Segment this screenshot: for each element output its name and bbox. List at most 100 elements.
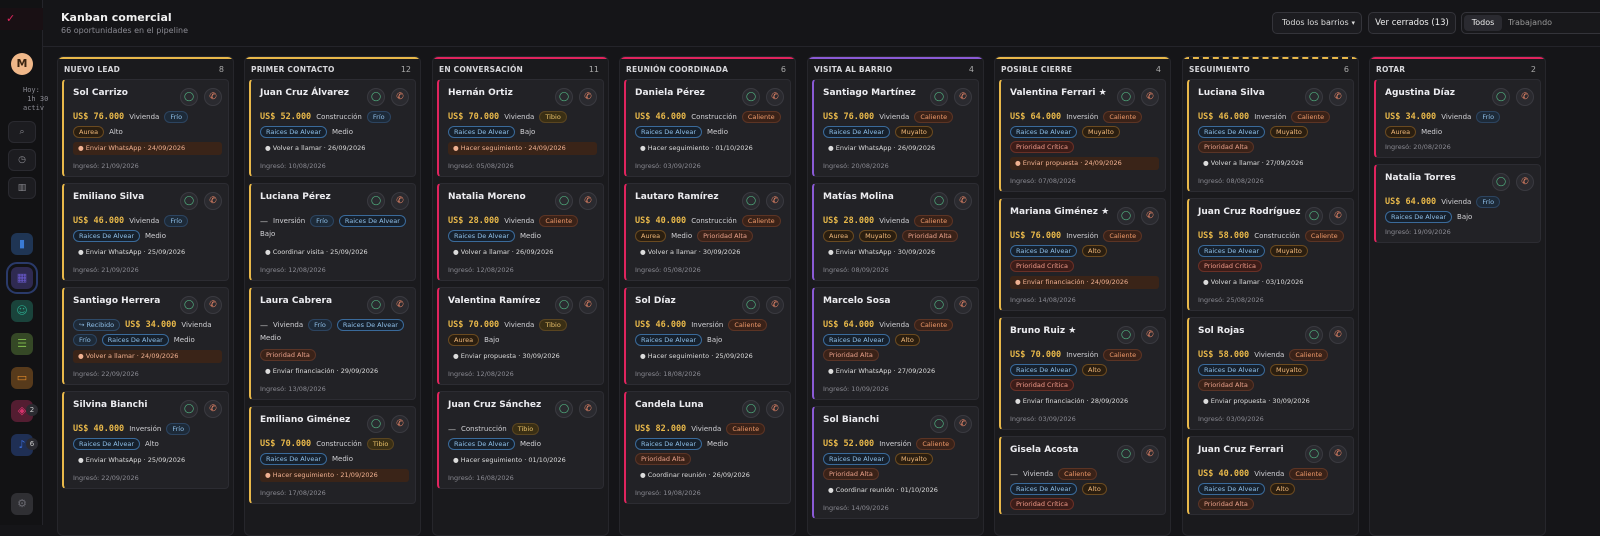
lead-name[interactable]: Sol Díaz: [635, 296, 676, 306]
lead-card[interactable]: Juan Cruz Sánchez ◯ ✆ — Construcción Tibio Rai…: [437, 391, 604, 489]
lead-card[interactable]: Luciana Pérez ◯ ✆ — Inversión Frío Raices De A…: [249, 183, 416, 281]
phone-icon[interactable]: ✆: [766, 192, 784, 210]
next-action[interactable]: ● Volver a llamar · 03/10/2026: [1198, 276, 1347, 289]
next-action[interactable]: ● Enviar WhatsApp · 25/09/2026: [73, 454, 222, 467]
lead-name[interactable]: Valentina Ramírez: [448, 296, 540, 306]
phone-icon[interactable]: ✆: [204, 88, 222, 106]
phone-icon[interactable]: ✆: [1329, 326, 1347, 344]
lead-card[interactable]: Juan Cruz Rodríguez ◯ ✆ US$ 58.000 Construcc…: [1187, 198, 1354, 311]
whatsapp-icon[interactable]: ◯: [1117, 207, 1135, 225]
lead-name[interactable]: Marcelo Sosa: [823, 296, 890, 306]
whatsapp-icon[interactable]: ◯: [930, 192, 948, 210]
phone-icon[interactable]: ✆: [766, 400, 784, 418]
phone-icon[interactable]: ✆: [579, 192, 597, 210]
phone-icon[interactable]: ✆: [1329, 445, 1347, 463]
phone-icon[interactable]: ✆: [1141, 88, 1159, 106]
app-logo[interactable]: ✓: [0, 8, 43, 30]
lead-name[interactable]: Natalia Moreno: [448, 192, 526, 202]
whatsapp-icon[interactable]: ◯: [742, 88, 760, 106]
lead-name[interactable]: Juan Cruz Álvarez: [260, 88, 349, 98]
whatsapp-icon[interactable]: ◯: [742, 296, 760, 314]
phone-icon[interactable]: ✆: [1516, 173, 1534, 191]
phone-icon[interactable]: ✆: [204, 296, 222, 314]
whatsapp-icon[interactable]: ◯: [1117, 445, 1135, 463]
lead-name[interactable]: Valentina Ferrari ★: [1010, 88, 1107, 98]
lead-card[interactable]: Laura Cabrera ◯ ✆ — Vivienda Frío Raices De Al…: [249, 287, 416, 400]
lead-name[interactable]: Sol Carrizo: [73, 88, 128, 98]
lead-card[interactable]: Agustina Díaz ◯ ✆ US$ 34.000 Vivienda Frío Aur…: [1374, 79, 1541, 158]
lead-card[interactable]: Gisela Acosta ◯ ✆ — Vivienda Caliente Raices D…: [999, 436, 1166, 515]
next-action[interactable]: ● Enviar propuesta · 30/09/2026: [448, 350, 597, 363]
lead-card[interactable]: Valentina Ramírez ◯ ✆ US$ 70.000 Vivienda Tib…: [437, 287, 604, 385]
next-action[interactable]: ● Enviar WhatsApp · 27/09/2026: [823, 365, 972, 378]
lead-name[interactable]: Laura Cabrera: [260, 296, 332, 306]
phone-icon[interactable]: ✆: [579, 88, 597, 106]
lead-card[interactable]: Natalia Torres ◯ ✆ US$ 64.000 Vivienda Frío Ra…: [1374, 164, 1541, 243]
lead-card[interactable]: Juan Cruz Ferrari ◯ ✆ US$ 40.000 Vivienda Cal…: [1187, 436, 1354, 515]
lead-card[interactable]: Emiliano Giménez ◯ ✆ US$ 70.000 Construcción…: [249, 406, 416, 504]
chat-icon[interactable]: ▭: [11, 367, 33, 389]
lead-card[interactable]: Mariana Giménez ★ ◯ ✆ US$ 76.000 Inversión Ca…: [999, 198, 1166, 311]
lead-card[interactable]: Natalia Moreno ◯ ✆ US$ 28.000 Vivienda Calien…: [437, 183, 604, 281]
next-action[interactable]: ● Hacer seguimiento · 01/10/2026: [448, 454, 597, 467]
lead-name[interactable]: Juan Cruz Ferrari: [1198, 445, 1284, 455]
lead-name[interactable]: Candela Luna: [635, 400, 704, 410]
whatsapp-icon[interactable]: ◯: [555, 296, 573, 314]
next-action[interactable]: ● Enviar financiación · 24/09/2026: [1010, 276, 1159, 289]
next-action[interactable]: ● Coordinar reunión · 01/10/2026: [823, 484, 972, 497]
lead-card[interactable]: Valentina Ferrari ★ ◯ ✆ US$ 64.000 Inversión…: [999, 79, 1166, 192]
kanban-icon[interactable]: ▦: [6, 262, 38, 294]
phone-icon[interactable]: ✆: [391, 192, 409, 210]
phone-icon[interactable]: ✆: [204, 192, 222, 210]
segment-trabajando[interactable]: Trabajando: [1508, 15, 1578, 31]
lead-card[interactable]: Sol Díaz ◯ ✆ US$ 46.000 Inversión Caliente Rai…: [624, 287, 791, 385]
whatsapp-icon[interactable]: ◯: [180, 192, 198, 210]
phone-icon[interactable]: ✆: [954, 296, 972, 314]
next-action[interactable]: ● Enviar WhatsApp · 24/09/2026: [73, 142, 222, 155]
users-icon[interactable]: ☺: [11, 300, 33, 322]
phone-icon[interactable]: ✆: [1329, 207, 1347, 225]
whatsapp-icon[interactable]: ◯: [1492, 88, 1510, 106]
phone-icon[interactable]: ✆: [204, 400, 222, 418]
lead-name[interactable]: Santiago Herrera: [73, 296, 160, 306]
whatsapp-icon[interactable]: ◯: [930, 88, 948, 106]
whatsapp-icon[interactable]: ◯: [742, 400, 760, 418]
chart-icon[interactable]: ▮: [11, 233, 33, 255]
lead-card[interactable]: Matías Molina ◯ ✆ US$ 28.000 Vivienda Calient…: [812, 183, 979, 281]
next-action[interactable]: ● Enviar propuesta · 24/09/2026: [1010, 157, 1159, 170]
lead-card[interactable]: Hernán Ortiz ◯ ✆ US$ 70.000 Vivienda Tibio Rai…: [437, 79, 604, 177]
lead-card[interactable]: Emiliano Silva ◯ ✆ US$ 46.000 Vivienda Frío Ra…: [62, 183, 229, 281]
whatsapp-icon[interactable]: ◯: [180, 296, 198, 314]
next-action[interactable]: ● Coordinar reunión · 26/09/2026: [635, 469, 784, 482]
next-action[interactable]: ● Enviar financiación · 29/09/2026: [260, 365, 409, 378]
search-icon[interactable]: ⌕: [8, 121, 36, 143]
clock-icon[interactable]: ◷: [8, 149, 36, 171]
lead-card[interactable]: Juan Cruz Álvarez ◯ ✆ US$ 52.000 Construcció…: [249, 79, 416, 177]
next-action[interactable]: ● Volver a llamar · 30/09/2026: [635, 246, 784, 259]
lead-name[interactable]: Juan Cruz Rodríguez: [1198, 207, 1300, 217]
phone-icon[interactable]: ✆: [391, 415, 409, 433]
lead-name[interactable]: Emiliano Silva: [73, 192, 144, 202]
lead-card[interactable]: Luciana Silva ◯ ✆ US$ 46.000 Inversión Calien…: [1187, 79, 1354, 192]
next-action[interactable]: ● Volver a llamar · 26/09/2026: [260, 142, 409, 155]
lead-name[interactable]: Gisela Acosta: [1010, 445, 1078, 455]
phone-icon[interactable]: ✆: [1141, 207, 1159, 225]
phone-icon[interactable]: ✆: [954, 88, 972, 106]
whatsapp-icon[interactable]: ◯: [180, 88, 198, 106]
lead-card[interactable]: Silvina Bianchi ◯ ✆ US$ 40.000 Inversión Frío…: [62, 391, 229, 489]
lead-name[interactable]: Matías Molina: [823, 192, 894, 202]
lead-name[interactable]: Hernán Ortiz: [448, 88, 513, 98]
lead-name[interactable]: Santiago Martínez: [823, 88, 916, 98]
lead-name[interactable]: Sol Bianchi: [823, 415, 879, 425]
whatsapp-icon[interactable]: ◯: [555, 400, 573, 418]
next-action[interactable]: ● Volver a llamar · 24/09/2026: [73, 350, 222, 363]
lead-name[interactable]: Juan Cruz Sánchez: [448, 400, 541, 410]
whatsapp-icon[interactable]: ◯: [367, 296, 385, 314]
whatsapp-icon[interactable]: ◯: [555, 192, 573, 210]
whatsapp-icon[interactable]: ◯: [367, 415, 385, 433]
neighborhood-filter-select[interactable]: Todos los barrios ▾: [1272, 12, 1362, 34]
whatsapp-icon[interactable]: ◯: [180, 400, 198, 418]
phone-icon[interactable]: ✆: [1141, 445, 1159, 463]
next-action[interactable]: ● Volver a llamar · 26/09/2026: [448, 246, 597, 259]
lead-card[interactable]: Bruno Ruiz ★ ◯ ✆ US$ 70.000 Inversión Calient…: [999, 317, 1166, 430]
